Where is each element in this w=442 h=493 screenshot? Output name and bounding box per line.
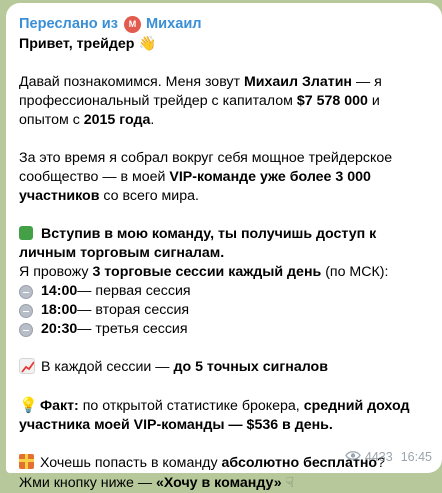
signals-paragraph: В каждой сессии — до 5 точных сигналов — [19, 358, 429, 377]
signals-text: В каждой сессии — — [41, 359, 170, 375]
fact-paragraph: 💡 Факт: по открытой статистике брокера, с… — [19, 396, 429, 435]
join-bold: Вступив в мою команду, ты получишь досту… — [19, 226, 377, 261]
intro-year: 2015 года — [83, 112, 151, 128]
cta-text-1: Хочешь попасть в команду — [40, 455, 218, 471]
session-item: 14:00 — первая сессия — [19, 282, 429, 301]
light-bulb-icon: 💡 — [19, 397, 38, 414]
session-label: — первая сессия — [77, 283, 191, 299]
session-time: 18:00 — [41, 302, 78, 318]
forward-header[interactable]: Переслано из М Михаил — [19, 14, 429, 34]
schedule-bold: 3 торговые сессии каждый день — [92, 264, 322, 280]
greeting: Привет, трейдер 👋 — [19, 35, 429, 54]
cta-line-2: Жми кнопку ниже — «Хочу в команду» ☟ — [19, 473, 429, 493]
fact-label: Факт: — [40, 398, 79, 414]
session-item: 18:00 — вторая сессия — [19, 301, 429, 320]
clock-icon — [19, 303, 33, 318]
view-count: 4433 — [364, 450, 393, 464]
clock-icon — [19, 322, 33, 337]
intro-name: Михаил Златин — [243, 74, 352, 90]
intro-paragraph: Давай познакомимся. Меня зовут Михаил Зл… — [19, 73, 429, 130]
schedule-text-2: (по МСК): — [321, 264, 389, 280]
pointing-down-icon: ☟ — [285, 474, 295, 490]
session-time: 14:00 — [41, 283, 78, 299]
fact-text: по открытой статистике брокера, — [78, 398, 300, 414]
join-paragraph: Вступив в мою команду, ты получишь досту… — [19, 225, 429, 263]
intro-text-1: Давай познакомимся. Меня зовут — [19, 74, 241, 90]
community-paragraph: За это время я собрал вокруг себя мощное… — [19, 149, 429, 206]
gift-icon — [19, 454, 34, 469]
greeting-text: Привет, трейдер — [19, 36, 135, 52]
green-square-icon — [19, 226, 33, 240]
forward-avatar[interactable]: М — [123, 15, 141, 33]
message-bubble[interactable]: Переслано из М Михаил Привет, трейдер 👋 … — [6, 3, 442, 491]
session-time: 20:30 — [41, 321, 78, 337]
cta-bold-2: «Хочу в команду» — [155, 475, 282, 491]
intro-text-4: . — [150, 112, 155, 128]
schedule-text-1: Я провожу — [19, 264, 89, 280]
signals-bold: до 5 точных сигналов — [173, 359, 328, 375]
clock-icon — [19, 284, 33, 299]
forward-sender-name[interactable]: Михаил — [146, 15, 202, 34]
session-label: — третья сессия — [77, 321, 188, 337]
waving-hand-icon: 👋 — [138, 36, 157, 52]
cta-text-3: Жми кнопку ниже — — [19, 475, 153, 491]
session-label: — вторая сессия — [77, 302, 190, 318]
schedule-line: Я провожу 3 торговые сессии каждый день … — [19, 263, 429, 282]
eye-icon — [345, 448, 361, 467]
forward-prefix: Переслано из — [19, 15, 118, 32]
chart-increasing-icon — [19, 358, 35, 374]
message-meta: 4433 16:45 — [345, 448, 432, 467]
intro-capital: $7 578 000 — [296, 93, 368, 109]
message-time: 16:45 — [400, 450, 432, 464]
community-text-2: со всего мира. — [99, 188, 199, 204]
session-item: 20:30 — третья сессия — [19, 320, 429, 339]
